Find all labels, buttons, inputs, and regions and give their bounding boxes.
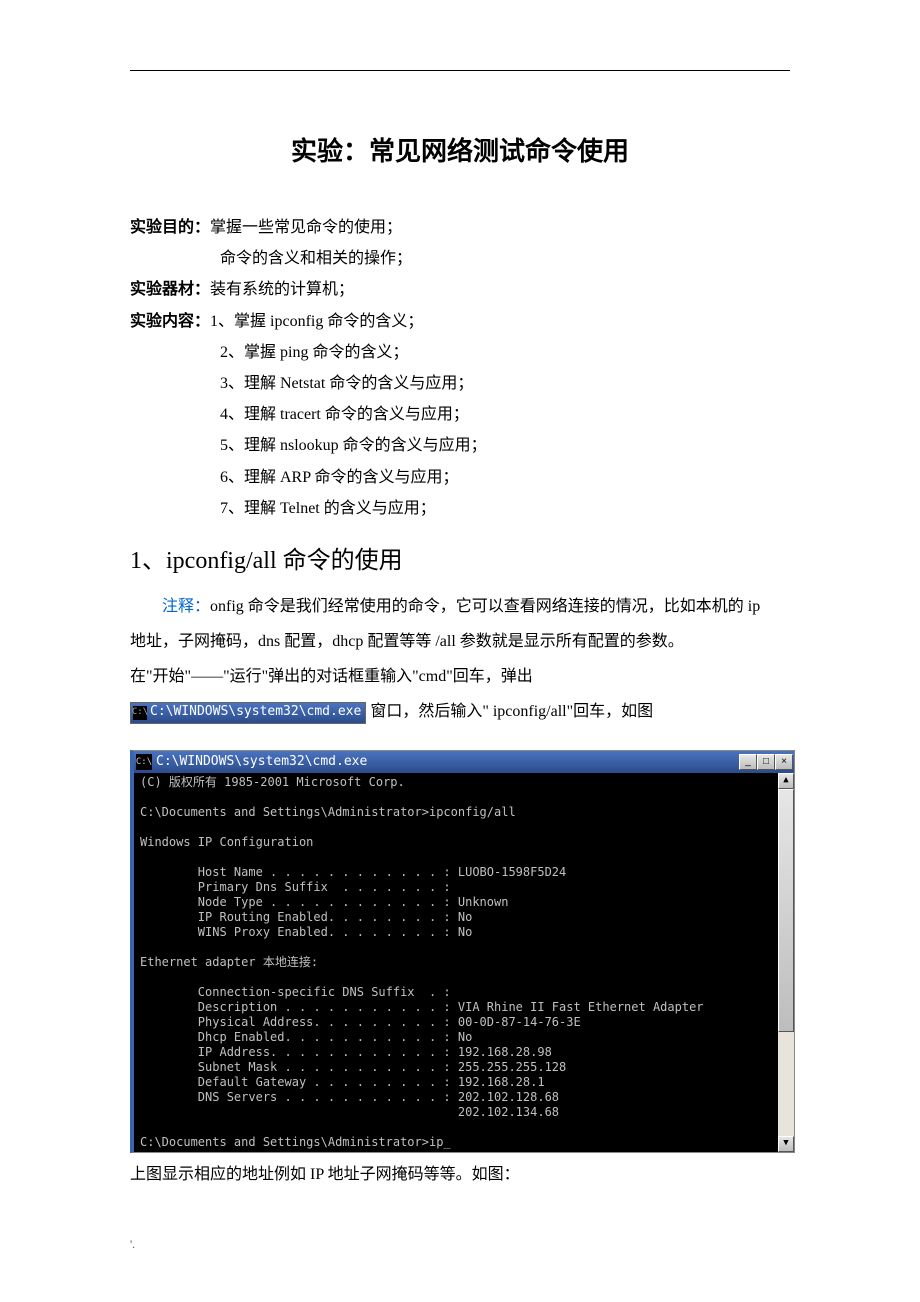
objective-label: 实验目的： <box>130 219 210 236</box>
note-label: 注释： <box>162 598 210 615</box>
window-buttons: _ □ × <box>739 754 793 770</box>
cmd-window-title: C:\WINDOWS\system32\cmd.exe <box>156 754 739 769</box>
content-item-1: 1、掌握 ipconfig 命令的含义； <box>210 313 423 330</box>
scroll-down-button[interactable]: ▼ <box>778 1136 794 1152</box>
content-line-1: 实验内容：1、掌握 ipconfig 命令的含义； <box>130 308 790 335</box>
content-item-5: 5、理解 nslookup 命令的含义与应用； <box>130 432 790 459</box>
caption-below: 上图显示相应的地址例如 IP 地址子网掩码等等。如图： <box>130 1161 790 1190</box>
cmd-icon: C:\ <box>136 754 152 770</box>
cmd-window-titlebar: C:\ C:\WINDOWS\system32\cmd.exe _ □ × <box>134 751 794 773</box>
document-page: 实验：常见网络测试命令使用 实验目的：掌握一些常见命令的使用； 命令的含义和相关… <box>0 0 920 1302</box>
scroll-up-button[interactable]: ▲ <box>778 773 794 789</box>
equipment-text: 装有系统的计算机； <box>210 281 354 298</box>
cmd-window: C:\ C:\WINDOWS\system32\cmd.exe _ □ × (C… <box>130 750 795 1153</box>
scroll-thumb[interactable] <box>778 789 794 1032</box>
equipment-label: 实验器材： <box>130 281 210 298</box>
close-button[interactable]: × <box>775 754 793 770</box>
content-item-7: 7、理解 Telnet 的含义与应用； <box>130 495 790 522</box>
objective-line-1: 实验目的：掌握一些常见命令的使用； <box>130 214 790 241</box>
note-paragraph-2: 地址，子网掩码，dns 配置，dhcp 配置等等 /all 参数就是显示所有配置… <box>130 624 790 659</box>
cmd-scrollbar[interactable]: ▲ ▼ <box>778 773 794 1152</box>
after-inline-text: 窗口，然后输入" ipconfig/all"回车，如图 <box>370 703 653 720</box>
note-paragraph-3: 在"开始"——"运行"弹出的对话框重输入"cmd"回车，弹出 <box>130 659 790 694</box>
horizontal-rule <box>130 70 790 71</box>
footer-mark: '. <box>130 1237 135 1252</box>
maximize-button[interactable]: □ <box>757 754 775 770</box>
content-item-4: 4、理解 tracert 命令的含义与应用； <box>130 401 790 428</box>
content-item-6: 6、理解 ARP 命令的含义与应用； <box>130 464 790 491</box>
content-item-2: 2、掌握 ping 命令的含义； <box>130 339 790 366</box>
inline-cmd-title-text: C:\WINDOWS\system32\cmd.exe <box>150 698 361 727</box>
minimize-button[interactable]: _ <box>739 754 757 770</box>
inline-cmd-line: C:\ C:\WINDOWS\system32\cmd.exe 窗口，然后输入"… <box>130 694 790 729</box>
section-1-heading: 1、ipconfig/all 命令的使用 <box>130 540 790 575</box>
objective-text-1: 掌握一些常见命令的使用； <box>210 219 402 236</box>
cmd-body-wrap: (C) 版权所有 1985-2001 Microsoft Corp. C:\Do… <box>134 773 794 1152</box>
cmd-icon: C:\ <box>133 706 147 720</box>
equipment-line: 实验器材：装有系统的计算机； <box>130 276 790 303</box>
content-item-3: 3、理解 Netstat 命令的含义与应用； <box>130 370 790 397</box>
note-paragraph-1: 注释：onfig 命令是我们经常使用的命令，它可以查看网络连接的情况，比如本机的… <box>130 589 790 624</box>
content-label: 实验内容： <box>130 313 210 330</box>
objective-line-2: 命令的含义和相关的操作； <box>130 245 790 272</box>
scroll-track[interactable] <box>778 789 794 1136</box>
note-text-1: onfig 命令是我们经常使用的命令，它可以查看网络连接的情况，比如本机的 ip <box>210 598 760 615</box>
inline-cmd-titlebar: C:\ C:\WINDOWS\system32\cmd.exe <box>130 702 366 724</box>
cmd-output[interactable]: (C) 版权所有 1985-2001 Microsoft Corp. C:\Do… <box>134 773 778 1152</box>
page-title: 实验：常见网络测试命令使用 <box>130 131 790 168</box>
